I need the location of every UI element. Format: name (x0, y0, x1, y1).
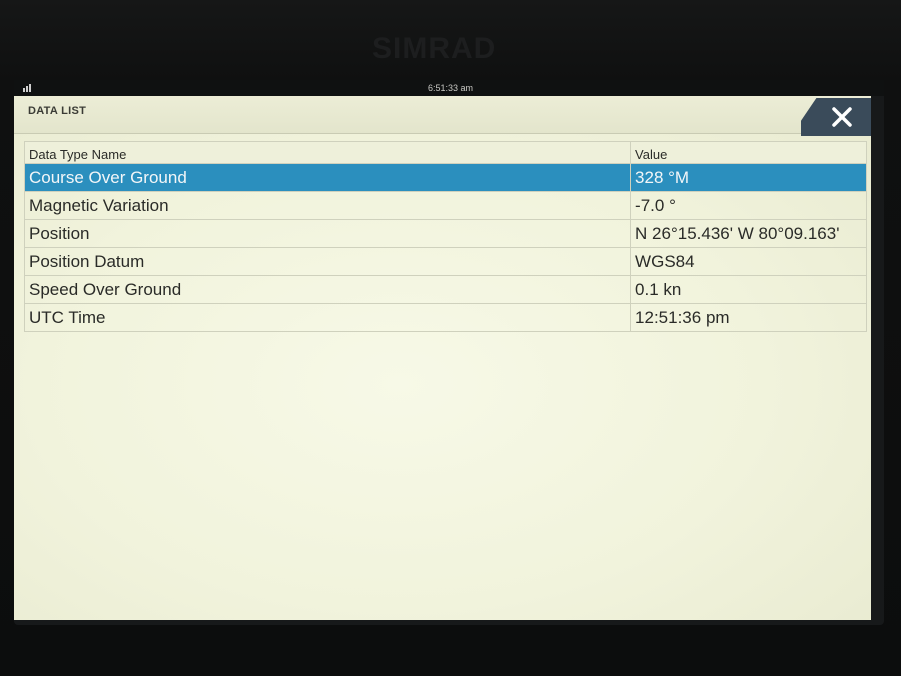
row-name: Speed Over Ground (23, 275, 632, 304)
brand-logo: SIMRAD (372, 32, 497, 65)
window-header: DATA LIST (14, 96, 871, 134)
data-list-window: DATA LIST Data Type Name Value Course Ov… (14, 96, 871, 620)
row-name: UTC Time (23, 303, 632, 332)
table-header-row: Data Type Name Value (23, 141, 867, 164)
table-row[interactable]: Course Over Ground 328 °M (23, 163, 867, 192)
table-row[interactable]: Magnetic Variation -7.0 ° (23, 191, 867, 220)
row-value: WGS84 (630, 247, 867, 276)
row-name: Position (23, 219, 632, 248)
table-row[interactable]: Speed Over Ground 0.1 kn (23, 275, 867, 304)
data-list-table: Data Type Name Value Course Over Ground … (23, 141, 867, 332)
row-name: Magnetic Variation (23, 191, 632, 220)
column-header-value[interactable]: Value (630, 141, 867, 164)
row-name: Course Over Ground (23, 163, 632, 192)
table-row[interactable]: Position N 26°15.436' W 80°09.163' (23, 219, 867, 248)
close-icon (832, 107, 852, 127)
row-value: 328 °M (630, 163, 867, 192)
status-clock: 6:51:33 am (427, 83, 474, 93)
table-row[interactable]: Position Datum WGS84 (23, 247, 867, 276)
row-value: -7.0 ° (630, 191, 867, 220)
table-row[interactable]: UTC Time 12:51:36 pm (23, 303, 867, 332)
row-name: Position Datum (23, 247, 632, 276)
row-value: N 26°15.436' W 80°09.163' (630, 219, 867, 248)
row-value: 0.1 kn (630, 275, 867, 304)
window-title: DATA LIST (28, 105, 87, 117)
column-header-name[interactable]: Data Type Name (23, 141, 632, 164)
row-value: 12:51:36 pm (630, 303, 867, 332)
